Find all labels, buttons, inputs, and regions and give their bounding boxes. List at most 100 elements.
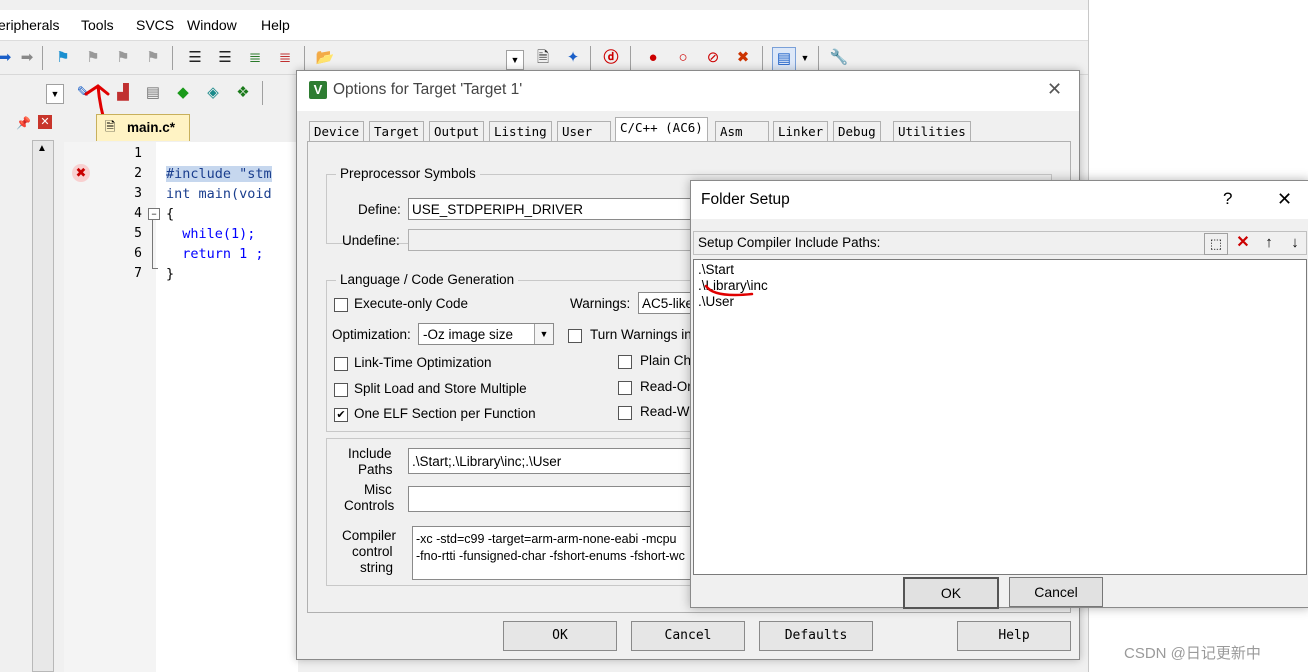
menu-help[interactable]: Help xyxy=(261,17,290,33)
move-up-icon[interactable]: ↑ xyxy=(1258,233,1280,253)
breakpoint-disable-icon[interactable]: ⊘ xyxy=(702,47,724,69)
tab-utilities[interactable]: Utilities xyxy=(893,121,971,142)
tab-listing[interactable]: Listing xyxy=(489,121,552,142)
read-only-checkbox[interactable] xyxy=(618,381,632,395)
tab-cpp-ac6[interactable]: C/C++ (AC6) xyxy=(615,117,708,143)
run-time-env-icon[interactable]: ❖ xyxy=(232,82,254,104)
split-load-checkbox[interactable] xyxy=(334,383,348,397)
nav-forward-icon[interactable]: ➡ xyxy=(16,47,38,69)
window-layout-icon[interactable]: ▤ xyxy=(772,47,796,71)
compiler-label-2: control xyxy=(352,544,393,559)
tab-device[interactable]: Device xyxy=(309,121,365,142)
code-line-brace-close: } xyxy=(166,266,175,282)
target-dropdown-icon[interactable]: ▼ xyxy=(46,84,64,104)
bookmark-prev-icon[interactable]: ⚑ xyxy=(82,47,104,69)
breakpoint-insert-icon[interactable]: ● xyxy=(642,47,664,69)
debug-start-icon[interactable]: ⓓ xyxy=(600,47,622,69)
read-write-checkbox[interactable] xyxy=(618,406,632,420)
indent-icon[interactable]: ☰ xyxy=(184,47,206,69)
close-panel-icon[interactable]: ✕ xyxy=(38,115,52,129)
find-dropdown-icon[interactable]: ▼ xyxy=(506,50,524,70)
annotation-underline xyxy=(704,284,754,297)
close-icon[interactable]: ✕ xyxy=(1047,79,1062,100)
close-icon[interactable]: ✕ xyxy=(1277,189,1292,210)
one-elf-checkbox[interactable]: ✔ xyxy=(334,408,348,422)
unindent-icon[interactable]: ☰ xyxy=(214,47,236,69)
tab-output[interactable]: Output xyxy=(429,121,485,142)
folder-setup-dialog: Folder Setup ? ✕ Setup Compiler Include … xyxy=(690,180,1308,609)
line-number: 6 xyxy=(134,246,142,261)
configure-wrench-icon[interactable]: 🔧 xyxy=(828,47,850,69)
find-in-files-icon[interactable]: 🗎 xyxy=(532,47,554,69)
move-down-icon[interactable]: ↓ xyxy=(1284,233,1306,253)
defaults-button[interactable]: Defaults xyxy=(759,621,873,651)
scroll-up-icon[interactable]: ▲ xyxy=(37,143,47,154)
panel-scrollbar[interactable]: ▲ xyxy=(32,140,54,672)
tab-target[interactable]: Target xyxy=(369,121,425,142)
execute-only-checkbox[interactable] xyxy=(334,298,348,312)
menu-window[interactable]: Window xyxy=(187,17,237,33)
code-line-brace-open: { xyxy=(166,206,175,222)
link-time-checkbox[interactable] xyxy=(334,357,348,371)
optimization-select[interactable]: -Oz image size ▼ xyxy=(418,323,554,345)
compiler-string-box: -xc -std=c99 -target=arm-arm-none-eabi -… xyxy=(412,526,708,580)
pack-installer-icon[interactable]: ◈ xyxy=(202,82,224,104)
code-line-include: #include "stm xyxy=(166,166,272,182)
include-paths-list[interactable]: .\Start .\Library\inc .\User xyxy=(693,259,1307,575)
help-button[interactable]: Help xyxy=(957,621,1071,651)
menu-peripherals[interactable]: eripherals xyxy=(0,17,59,33)
define-label: Define: xyxy=(358,202,401,217)
window-layout-dropdown-icon[interactable]: ▼ xyxy=(794,47,816,69)
define-input[interactable]: USE_STDPERIPH_DRIVER xyxy=(408,198,708,220)
undefine-input[interactable] xyxy=(408,229,708,251)
bookmark-next-icon[interactable]: ⚑ xyxy=(112,47,134,69)
help-icon[interactable]: ? xyxy=(1223,189,1232,209)
uncomment-icon[interactable]: ≣ xyxy=(274,47,296,69)
file-extensions-icon[interactable]: ▤ xyxy=(142,82,164,104)
breakpoint-kill-icon[interactable]: ✖ xyxy=(732,47,754,69)
bookmark-clear-icon[interactable]: ⚑ xyxy=(142,47,164,69)
optimization-label: Optimization: xyxy=(332,327,411,342)
delete-icon[interactable]: ✕ xyxy=(1232,233,1254,253)
menu-svcs[interactable]: SVCS xyxy=(136,17,174,33)
misc-label: Misc xyxy=(364,482,392,497)
breakpoint-enable-icon[interactable]: ○ xyxy=(672,47,694,69)
one-elf-label: One ELF Section per Function xyxy=(354,406,536,421)
code-line-main: int main(void xyxy=(166,186,272,202)
incremental-find-icon[interactable]: ✦ xyxy=(562,47,584,69)
turn-warnings-checkbox[interactable] xyxy=(568,329,582,343)
nav-back-icon[interactable]: ➡ xyxy=(0,47,16,69)
preprocessor-group-label: Preprocessor Symbols xyxy=(336,166,480,181)
cancel-button[interactable]: Cancel xyxy=(631,621,745,651)
tab-user[interactable]: User xyxy=(557,121,611,142)
menu-tools[interactable]: Tools xyxy=(81,17,114,33)
new-folder-icon[interactable]: ⬚ xyxy=(1204,233,1228,255)
fs-ok-button[interactable]: OK xyxy=(903,577,999,609)
project-panel: 📌 ✕ ▲ xyxy=(0,112,62,672)
list-item[interactable]: .\Start xyxy=(698,262,734,277)
misc-controls-input[interactable] xyxy=(408,486,708,512)
ok-button[interactable]: OK xyxy=(503,621,617,651)
link-time-label: Link-Time Optimization xyxy=(354,355,492,370)
fold-icon[interactable]: − xyxy=(148,208,160,220)
code-line-while: while(1); xyxy=(166,226,256,242)
bookmark-icon[interactable]: ⚑ xyxy=(52,47,74,69)
code-editor[interactable]: ✖ 1 2 3 4 5 6 7 − #include "stm int main… xyxy=(64,142,298,672)
warnings-select[interactable]: AC5-like xyxy=(638,292,698,314)
tab-debug[interactable]: Debug xyxy=(833,121,881,142)
fs-cancel-button[interactable]: Cancel xyxy=(1009,577,1103,607)
tab-linker[interactable]: Linker xyxy=(773,121,829,142)
comment-icon[interactable]: ≣ xyxy=(244,47,266,69)
chevron-down-icon[interactable]: ▼ xyxy=(534,324,553,344)
error-marker-icon: ✖ xyxy=(72,164,90,182)
editor-tab-main-c[interactable]: 🗎 main.c* xyxy=(96,114,190,141)
pin-icon[interactable]: 📌 xyxy=(16,116,31,130)
line-number: 1 xyxy=(134,146,142,161)
open-folder-icon[interactable]: 📂 xyxy=(314,47,336,69)
plain-char-checkbox[interactable] xyxy=(618,355,632,369)
execute-only-label: Execute-only Code xyxy=(354,296,469,311)
select-packs-icon[interactable]: ◆ xyxy=(172,82,194,104)
include-paths-input[interactable]: .\Start;.\Library\inc;.\User xyxy=(408,448,708,474)
tab-asm[interactable]: Asm xyxy=(715,121,769,142)
line-number: 7 xyxy=(134,266,142,281)
